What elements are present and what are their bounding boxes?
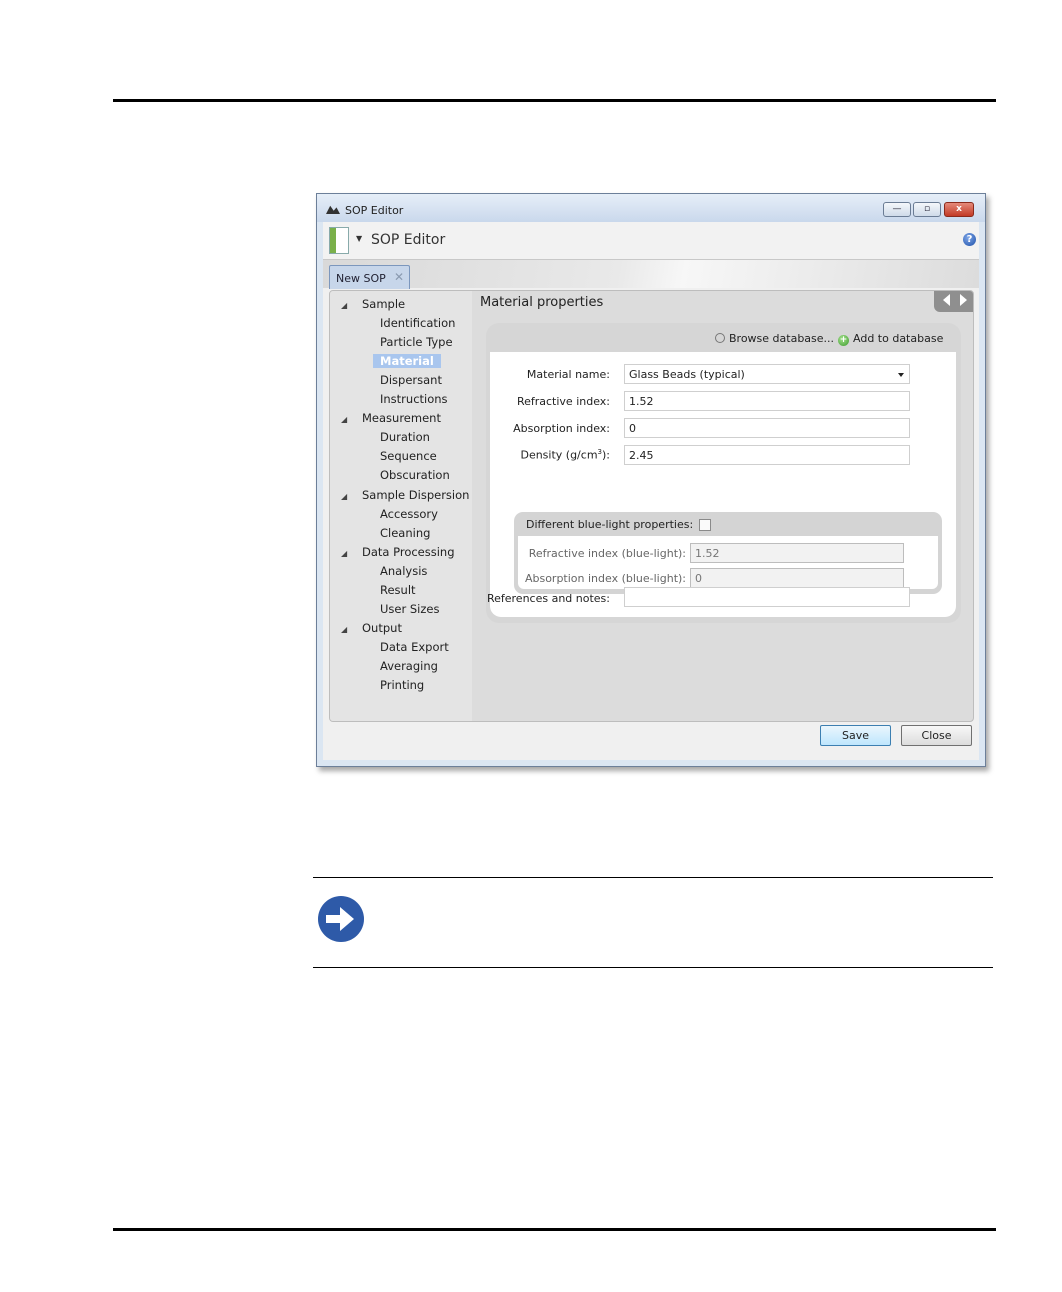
nav-item-obscuration[interactable]: Obscuration [380, 468, 450, 482]
app-logo-icon [326, 205, 340, 214]
minimize-button[interactable]: — [883, 202, 911, 217]
note-top-rule [313, 877, 993, 878]
nav-item-result[interactable]: Result [380, 583, 416, 597]
section-title: Material properties [480, 295, 604, 310]
title-bar: SOP Editor — ▫ x [317, 194, 985, 222]
nav-item-material[interactable]: Material [373, 354, 441, 368]
window-title: SOP Editor [345, 204, 404, 217]
blue-light-checkbox[interactable] [699, 519, 712, 531]
nav-item-identification[interactable]: Identification [380, 316, 455, 330]
top-rule [113, 99, 996, 102]
density-input[interactable]: 2.45 [624, 445, 910, 465]
nav-item-data-export[interactable]: Data Export [380, 640, 449, 654]
expand-toggle-icon[interactable]: ◢ [341, 415, 347, 424]
card-body: Material name: Glass Beads (typical) Ref… [486, 352, 956, 617]
arrow-right-glyph [326, 907, 354, 931]
nav-item-averaging[interactable]: Averaging [380, 659, 438, 673]
editor-panel: ◢ Sample Identification Particle Type Materi… [329, 290, 974, 722]
nav-item-cleaning[interactable]: Cleaning [380, 526, 430, 540]
app-bar: ▼ SOP Editor ? [323, 222, 979, 260]
chevron-down-icon [898, 373, 904, 377]
nav-item-duration[interactable]: Duration [380, 430, 430, 444]
close-tab-icon[interactable]: ✕ [394, 270, 404, 284]
next-page-icon[interactable] [960, 294, 967, 306]
nav-item-dispersant[interactable]: Dispersant [380, 373, 442, 387]
nav-item-sample[interactable]: Sample [362, 297, 405, 311]
note-bottom-rule [313, 967, 993, 968]
sop-editor-window: SOP Editor — ▫ x ▼ SOP Editor ? New SOP … [316, 193, 986, 767]
tab-new-sop[interactable]: New SOP ✕ [329, 265, 410, 289]
absorption-index-input[interactable]: 0 [624, 418, 910, 438]
nav-item-user-sizes[interactable]: User Sizes [380, 602, 439, 616]
material-name-value: Glass Beads (typical) [629, 368, 745, 381]
window-client: ▼ SOP Editor ? New SOP ✕ ◢ Sample Identifi… [323, 222, 979, 760]
save-button[interactable]: Save [820, 725, 891, 746]
browse-database-button[interactable]: Browse database... [715, 332, 834, 345]
blue-absorption-label: Absorption index (blue-light): [524, 572, 686, 585]
maximize-button[interactable]: ▫ [913, 202, 941, 217]
app-title: SOP Editor [371, 232, 446, 248]
nav-item-printing[interactable]: Printing [380, 678, 424, 692]
prev-page-icon[interactable] [943, 294, 950, 306]
nav-item-data-processing[interactable]: Data Processing [362, 545, 455, 559]
bottom-rule [113, 1228, 996, 1231]
blue-refractive-input[interactable]: 1.52 [690, 543, 904, 563]
blue-refractive-label: Refractive index (blue-light): [528, 547, 686, 560]
close-window-button[interactable]: x [944, 202, 974, 217]
refractive-index-input[interactable]: 1.52 [624, 391, 910, 411]
nav-item-sample-dispersion[interactable]: Sample Dispersion [362, 488, 469, 502]
expand-toggle-icon[interactable]: ◢ [341, 625, 347, 634]
nav-tree: ◢ Sample Identification Particle Type Materi… [330, 291, 472, 721]
nav-item-particle-type[interactable]: Particle Type [380, 335, 453, 349]
nav-item-output[interactable]: Output [362, 621, 402, 635]
card-header: Browse database... + Add to database [486, 323, 961, 351]
expand-toggle-icon[interactable]: ◢ [341, 492, 347, 501]
references-notes-label: References and notes: [486, 592, 610, 605]
expand-toggle-icon[interactable]: ◢ [341, 301, 347, 310]
nav-item-analysis[interactable]: Analysis [380, 564, 427, 578]
add-to-database-button[interactable]: + Add to database [838, 332, 943, 346]
material-properties-card: Browse database... + Add to database Mate… [486, 323, 961, 623]
tab-strip: New SOP ✕ [323, 260, 979, 289]
blue-light-toggle-label: Different blue-light properties: [526, 518, 712, 531]
refractive-index-label: Refractive index: [516, 395, 610, 408]
sop-document-icon[interactable] [329, 227, 349, 254]
nav-item-instructions[interactable]: Instructions [380, 392, 448, 406]
nav-item-measurement[interactable]: Measurement [362, 411, 441, 425]
arrow-right-circle-icon [318, 896, 364, 942]
add-to-database-label: Add to database [853, 332, 944, 345]
add-icon: + [838, 335, 849, 346]
close-button[interactable]: Close [901, 725, 972, 746]
help-icon[interactable]: ? [963, 233, 976, 246]
material-name-label: Material name: [526, 368, 610, 381]
absorption-index-label: Absorption index: [513, 422, 610, 435]
page-nav-arrows [934, 291, 973, 312]
nav-item-sequence[interactable]: Sequence [380, 449, 437, 463]
blue-light-fields: Refractive index (blue-light): 1.52 Abso… [518, 536, 938, 589]
nav-item-accessory[interactable]: Accessory [380, 507, 438, 521]
references-notes-input[interactable] [624, 587, 910, 607]
density-label: Density (g/cm3): [520, 448, 610, 462]
blue-light-group: Different blue-light properties: Refract… [514, 512, 942, 594]
chevron-down-icon[interactable]: ▼ [356, 234, 362, 243]
tab-label: New SOP [336, 272, 386, 285]
blue-absorption-input[interactable]: 0 [690, 568, 904, 588]
search-icon [715, 333, 725, 343]
browse-database-label: Browse database... [729, 332, 835, 345]
expand-toggle-icon[interactable]: ◢ [341, 549, 347, 558]
material-name-select[interactable]: Glass Beads (typical) [624, 364, 910, 384]
